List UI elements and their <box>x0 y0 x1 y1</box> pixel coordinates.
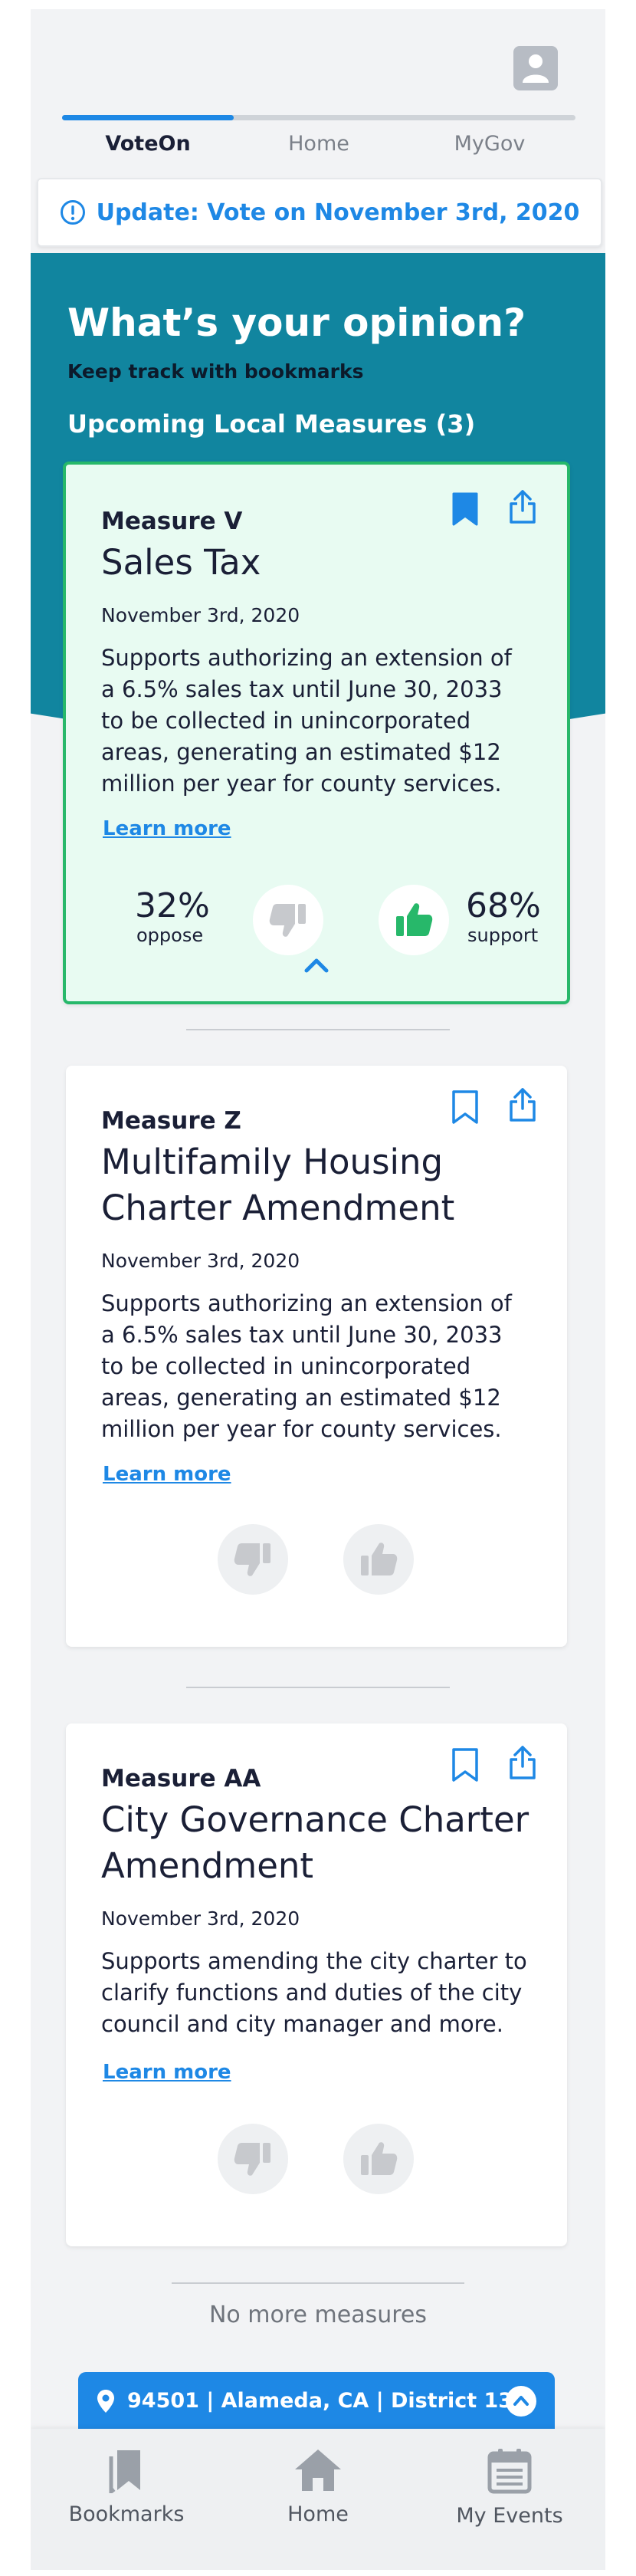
measure-description: Supports amending the city charter to cl… <box>101 1948 527 2037</box>
hero-title: What’s your opinion? <box>67 301 526 345</box>
tab-active-indicator <box>62 115 234 120</box>
chevron-up-icon[interactable] <box>303 957 329 974</box>
nav-home-label: Home <box>287 2502 349 2526</box>
tab-voteon[interactable]: VoteOn <box>62 132 234 156</box>
thumbs-up-icon <box>396 903 433 936</box>
calendar-icon <box>487 2449 532 2494</box>
nav-bookmarks-label: Bookmarks <box>68 2502 185 2526</box>
oppose-button[interactable] <box>218 2124 288 2194</box>
oppose-label: oppose <box>136 925 204 946</box>
bookmarks-icon <box>109 2450 140 2493</box>
location-bar[interactable]: 94501 | Alameda, CA | District 13 <box>78 2372 555 2432</box>
divider <box>172 2282 464 2284</box>
thumbs-down-icon <box>234 2143 270 2176</box>
measure-description: Supports authorizing an extension of a 6… <box>101 1290 512 1442</box>
share-icon[interactable] <box>507 489 538 524</box>
info-icon <box>60 200 85 225</box>
measure-name: Multifamily Housing Charter Amendment <box>101 1142 455 1228</box>
bookmark-outline-icon[interactable] <box>452 1748 478 1782</box>
measure-description: Supports authorizing an extension of a 6… <box>101 645 512 797</box>
divider <box>186 1687 450 1688</box>
nav-home[interactable]: Home <box>222 2447 414 2526</box>
tab-mygov[interactable]: MyGov <box>404 132 575 156</box>
expand-location-button[interactable] <box>506 2386 536 2417</box>
nav-my-events-label: My Events <box>456 2504 563 2528</box>
support-percent: 68% <box>466 886 541 925</box>
bottom-nav: Bookmarks Home My Events <box>31 2429 605 2570</box>
tab-home[interactable]: Home <box>233 132 405 156</box>
learn-more-link[interactable]: Learn more <box>103 2061 231 2084</box>
measure-card-v[interactable]: Measure V Sales Tax November 3rd, 2020 S… <box>63 462 570 1004</box>
measure-label: Measure Z <box>101 1107 241 1135</box>
thumbs-up-icon <box>361 2142 398 2175</box>
section-title: Upcoming Local Measures (3) <box>67 409 476 439</box>
learn-more-link[interactable]: Learn more <box>103 817 231 840</box>
oppose-button[interactable] <box>253 885 323 955</box>
no-more-measures-text: No more measures <box>208 2302 428 2328</box>
support-button[interactable] <box>343 1524 414 1595</box>
measure-label: Measure V <box>101 508 243 535</box>
measure-date: November 3rd, 2020 <box>101 604 300 626</box>
location-pin-icon <box>97 2390 114 2413</box>
measure-label: Measure AA <box>101 1765 261 1792</box>
hero-subtitle: Keep track with bookmarks <box>67 360 364 383</box>
learn-more-link[interactable]: Learn more <box>103 1463 231 1486</box>
measure-card-z[interactable]: Measure Z Multifamily Housing Charter Am… <box>66 1066 567 1647</box>
user-icon <box>523 54 549 83</box>
profile-avatar-button[interactable] <box>513 46 558 90</box>
thumbs-down-icon <box>269 904 306 937</box>
bookmark-outline-icon[interactable] <box>452 1090 478 1124</box>
divider <box>186 1029 450 1030</box>
app-screen: VoteOn Home MyGov Update: Vote on Novemb… <box>31 9 605 2570</box>
update-banner[interactable]: Update: Vote on November 3rd, 2020 <box>37 178 602 247</box>
location-text: 94501 | Alameda, CA | District 13 <box>127 2389 513 2413</box>
nav-bookmarks[interactable]: Bookmarks <box>31 2447 222 2526</box>
oppose-percent: 32% <box>135 886 210 925</box>
measure-card-aa[interactable]: Measure AA City Governance Charter Amend… <box>66 1723 567 2246</box>
measure-date: November 3rd, 2020 <box>101 1250 300 1272</box>
measure-name: City Governance Charter Amendment <box>101 1799 529 1886</box>
share-icon[interactable] <box>507 1087 538 1122</box>
thumbs-down-icon <box>234 1543 270 1576</box>
oppose-button[interactable] <box>218 1524 288 1595</box>
top-tabs: VoteOn Home MyGov <box>62 115 575 169</box>
nav-my-events[interactable]: My Events <box>414 2447 605 2528</box>
update-banner-text: Update: Vote on November 3rd, 2020 <box>96 199 580 226</box>
measure-name: Sales Tax <box>101 542 261 583</box>
support-button[interactable] <box>379 885 449 955</box>
share-icon[interactable] <box>507 1745 538 1780</box>
bookmark-filled-icon[interactable] <box>452 492 478 526</box>
home-icon <box>295 2450 341 2491</box>
thumbs-up-icon <box>361 1543 398 1576</box>
support-button[interactable] <box>343 2124 414 2194</box>
chevron-up-icon <box>513 2396 529 2406</box>
support-label: support <box>467 925 539 946</box>
measure-date: November 3rd, 2020 <box>101 1907 300 1930</box>
